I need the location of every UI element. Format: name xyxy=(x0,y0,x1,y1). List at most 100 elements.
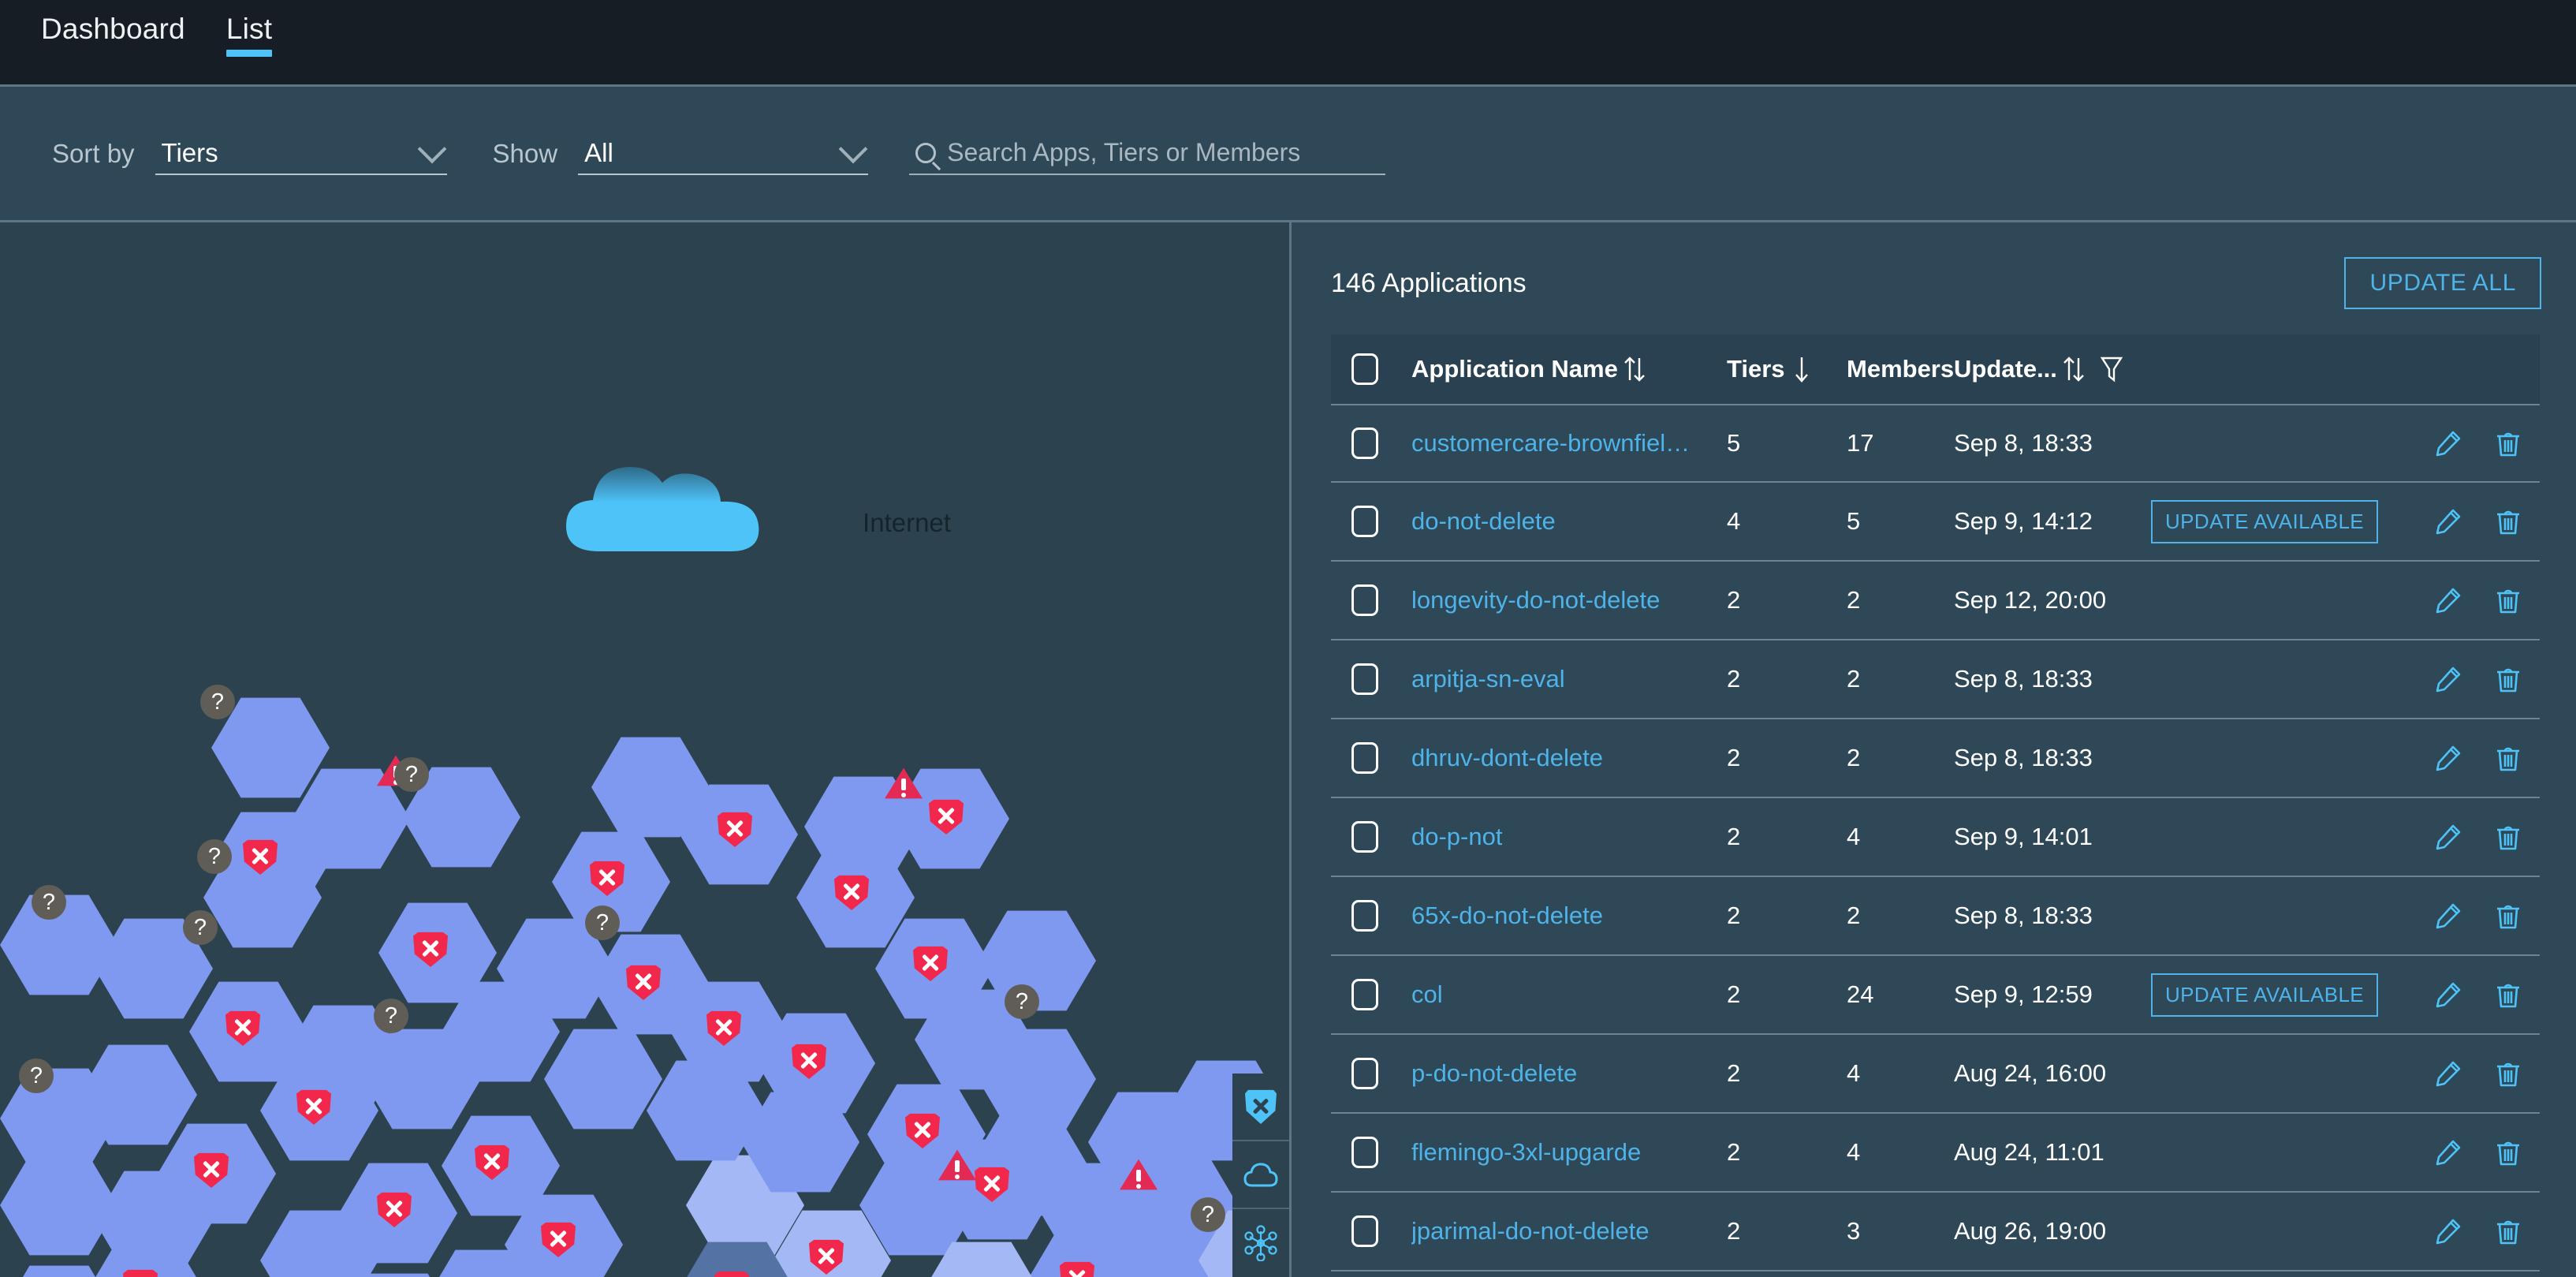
row-checkbox[interactable] xyxy=(1351,979,1378,1010)
table-row[interactable]: 65x-do-not-delete 2 2 Sep 8, 18:33 xyxy=(1331,877,2540,956)
table-row[interactable]: customercare-brownfiel… 5 17 Sep 8, 18:33 xyxy=(1331,404,2540,483)
trash-icon[interactable] xyxy=(2494,980,2522,1009)
table-row[interactable]: flemingo-3xl-upgarde 2 4 Aug 24, 11:01 xyxy=(1331,1114,2540,1193)
application-name-link[interactable]: 65x-do-not-delete xyxy=(1411,902,1603,930)
pencil-icon[interactable] xyxy=(2434,1059,2462,1088)
update-available-badge[interactable]: UPDATE AVAILABLE xyxy=(2151,973,2379,1017)
application-name-link[interactable]: arpitja-sn-eval xyxy=(1411,665,1565,693)
cell-tiers: 2 xyxy=(1727,902,1741,929)
application-name-link[interactable]: flemingo-3xl-upgarde xyxy=(1411,1138,1641,1167)
pencil-icon[interactable] xyxy=(2434,1217,2462,1245)
application-name-link[interactable]: p-do-not-delete xyxy=(1411,1059,1577,1088)
search-input[interactable] xyxy=(947,138,1386,167)
pencil-icon[interactable] xyxy=(2434,902,2462,930)
trash-icon[interactable] xyxy=(2494,586,2522,614)
row-checkbox[interactable] xyxy=(1351,1215,1378,1247)
content-area: ????????????? Internet xyxy=(0,222,2576,1277)
pencil-icon[interactable] xyxy=(2434,665,2462,693)
cell-application-name: do-not-delete xyxy=(1411,507,1727,536)
cell-row-actions xyxy=(2403,507,2540,536)
row-checkbox[interactable] xyxy=(1351,1058,1378,1089)
table-row[interactable]: arpitja-sn-eval 2 2 Sep 8, 18:33 xyxy=(1331,640,2540,719)
update-available-badge[interactable]: UPDATE AVAILABLE xyxy=(2151,499,2379,543)
cell-members: 2 xyxy=(1847,902,1861,929)
trash-icon[interactable] xyxy=(2494,1138,2522,1167)
column-tiers[interactable]: Tiers xyxy=(1727,353,1847,385)
trash-icon[interactable] xyxy=(2494,429,2522,457)
trash-icon[interactable] xyxy=(2494,823,2522,851)
table-row[interactable]: jparimal-do-not-delete 2 3 Aug 26, 19:00 xyxy=(1331,1193,2540,1271)
cell-row-actions xyxy=(2403,1138,2540,1167)
row-checkbox[interactable] xyxy=(1351,584,1378,616)
pencil-icon[interactable] xyxy=(2434,429,2462,457)
toolbar-topology-filter[interactable] xyxy=(1232,1209,1289,1277)
pencil-icon[interactable] xyxy=(2434,980,2462,1009)
shield-x-icon xyxy=(377,1192,412,1227)
application-name-link[interactable]: do-not-delete xyxy=(1411,507,1556,536)
shield-x-icon xyxy=(1060,1261,1094,1277)
select-all-checkbox[interactable] xyxy=(1351,353,1378,385)
toolbar-security-filter[interactable] xyxy=(1232,1074,1289,1141)
tab-list[interactable]: List xyxy=(206,0,293,57)
pencil-icon[interactable] xyxy=(2434,507,2462,536)
search-box[interactable] xyxy=(909,133,1386,175)
application-name-link[interactable]: col xyxy=(1411,980,1443,1009)
row-checkbox[interactable] xyxy=(1351,506,1378,537)
tab-dashboard[interactable]: Dashboard xyxy=(21,0,206,46)
update-all-button[interactable]: UPDATE ALL xyxy=(2344,257,2541,309)
shield-x-icon xyxy=(905,1113,940,1148)
row-checkbox[interactable] xyxy=(1351,742,1378,774)
hex-node[interactable] xyxy=(0,1155,118,1256)
trash-icon[interactable] xyxy=(2494,1059,2522,1088)
table-row[interactable]: do-not-delete 4 5 Sep 9, 14:12 UPDATE AVAILA… xyxy=(1331,483,2540,562)
row-checkbox[interactable] xyxy=(1351,1137,1378,1168)
application-name-link[interactable]: do-p-not xyxy=(1411,823,1502,851)
table-row[interactable]: dhruv-dont-delete 2 2 Sep 8, 18:33 xyxy=(1331,719,2540,798)
application-name-link[interactable]: dhruv-dont-delete xyxy=(1411,744,1603,772)
hex-node[interactable] xyxy=(544,1029,662,1130)
cell-updated: Sep 9, 12:59 xyxy=(1954,980,2093,1008)
pencil-icon[interactable] xyxy=(2434,823,2462,851)
trash-icon[interactable] xyxy=(2494,902,2522,930)
show-select[interactable]: All xyxy=(578,133,869,175)
table-row[interactable]: do-p-not 2 4 Sep 9, 14:01 xyxy=(1331,798,2540,877)
hexagon-grid[interactable]: ????????????? xyxy=(0,222,1289,1277)
cell-members: 2 xyxy=(1847,744,1861,771)
cell-row-actions xyxy=(2403,902,2540,930)
application-name-link[interactable]: customercare-brownfiel… xyxy=(1411,429,1690,457)
application-name-link[interactable]: jparimal-do-not-delete xyxy=(1411,1217,1650,1245)
shield-x-icon xyxy=(626,965,661,1000)
question-icon: ? xyxy=(585,905,620,940)
row-checkbox[interactable] xyxy=(1351,428,1378,459)
table-row[interactable]: col 2 24 Sep 9, 12:59 UPDATE AVAILABLE xyxy=(1331,956,2540,1035)
row-select-cell xyxy=(1351,428,1411,459)
table-row[interactable]: longevity-do-not-delete 2 2 Sep 12, 20:00 xyxy=(1331,562,2540,640)
column-members[interactable]: Members xyxy=(1847,355,1954,383)
pencil-icon[interactable] xyxy=(2434,586,2462,614)
column-application-name-label: Application Name xyxy=(1411,355,1618,383)
cell-row-actions xyxy=(2403,429,2540,457)
application-name-link[interactable]: longevity-do-not-delete xyxy=(1411,586,1660,614)
row-checkbox[interactable] xyxy=(1351,900,1378,932)
topology-map[interactable]: ????????????? Internet xyxy=(0,222,1292,1277)
cell-row-actions xyxy=(2403,823,2540,851)
filter-icon[interactable] xyxy=(2099,354,2124,384)
shield-x-icon xyxy=(475,1144,509,1180)
sort-by-select[interactable]: Tiers xyxy=(155,133,447,175)
row-checkbox[interactable] xyxy=(1351,663,1378,695)
column-updated[interactable]: Update... xyxy=(1954,353,2151,385)
row-checkbox[interactable] xyxy=(1351,821,1378,853)
trash-icon[interactable] xyxy=(2494,744,2522,772)
table-row[interactable]: p-do-not-delete 2 4 Aug 24, 16:00 xyxy=(1331,1035,2540,1114)
cell-row-actions xyxy=(2403,1217,2540,1245)
internet-cloud-node[interactable]: Internet xyxy=(552,453,951,555)
pencil-icon[interactable] xyxy=(2434,744,2462,772)
cell-row-actions xyxy=(2403,1059,2540,1088)
toolbar-cloud-filter[interactable] xyxy=(1232,1141,1289,1209)
trash-icon[interactable] xyxy=(2494,1217,2522,1245)
trash-icon[interactable] xyxy=(2494,665,2522,693)
pencil-icon[interactable] xyxy=(2434,1138,2462,1167)
column-application-name[interactable]: Application Name xyxy=(1411,353,1727,385)
shield-x-icon xyxy=(1245,1089,1277,1124)
trash-icon[interactable] xyxy=(2494,507,2522,536)
